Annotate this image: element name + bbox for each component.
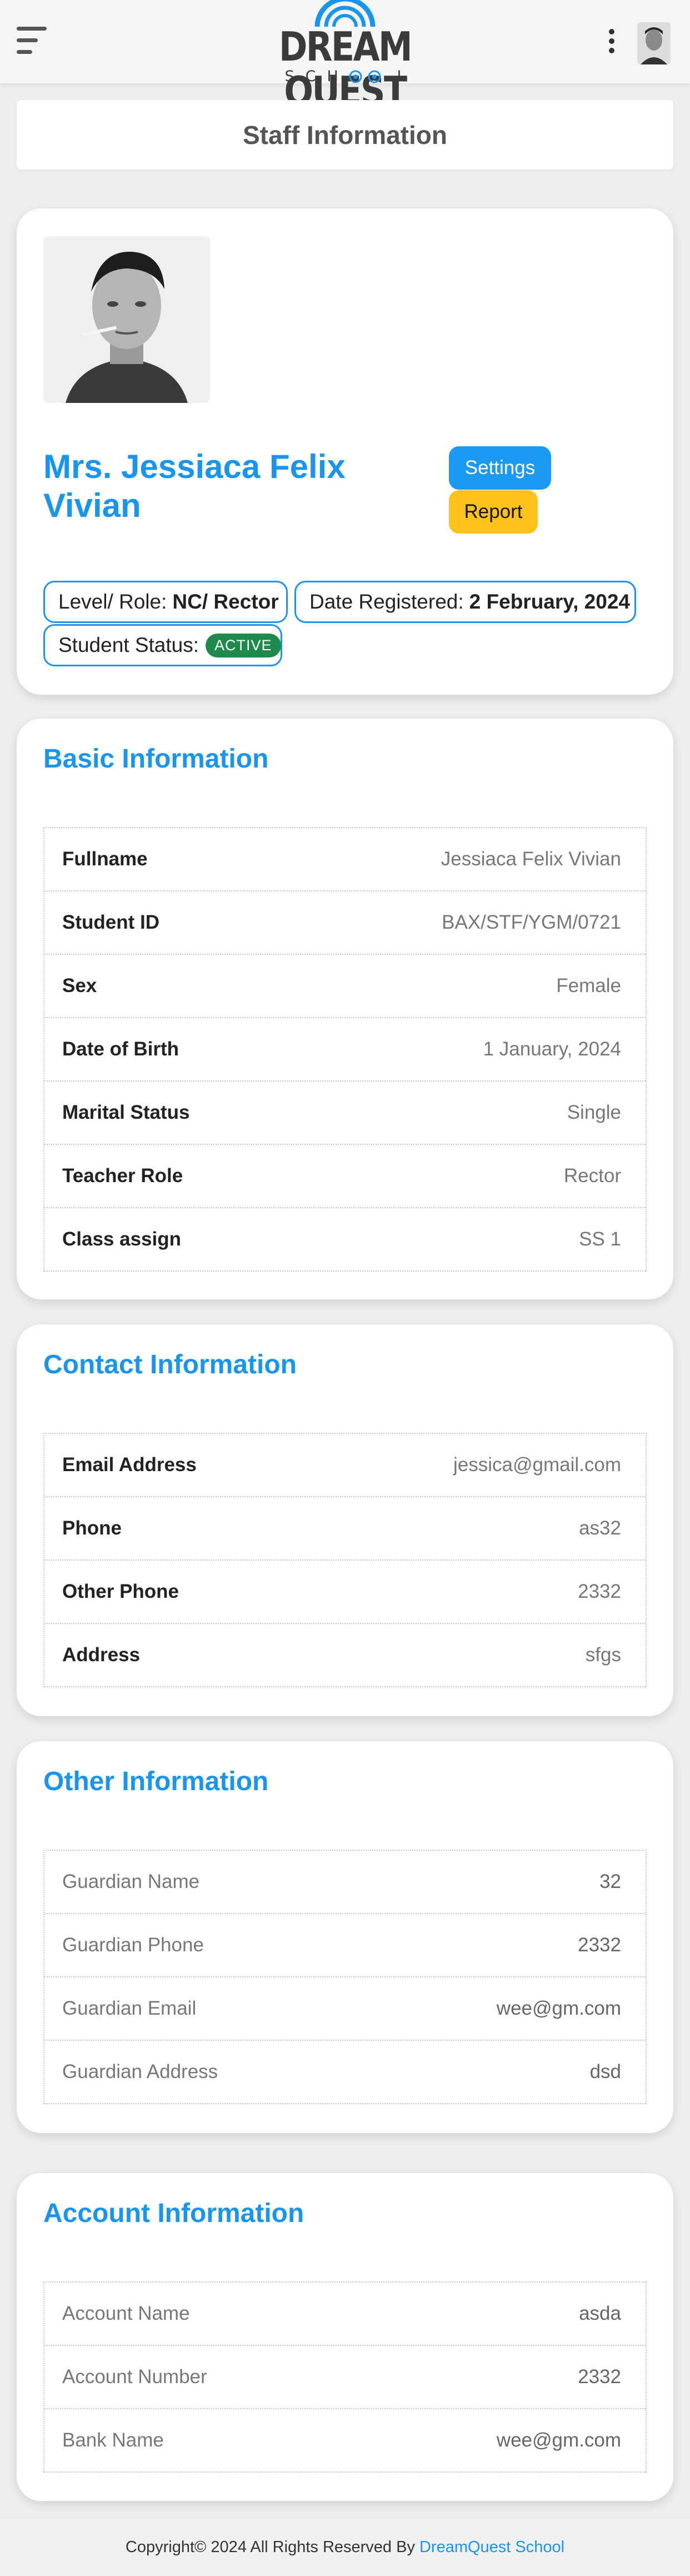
table-row: Guardian Email wee@gm.com [44, 1977, 646, 2041]
row-value: as32 [579, 1517, 621, 1539]
table-row: Guardian Address dsd [44, 2041, 646, 2104]
footer: Copyright© 2024 All Rights Reserved By D… [0, 2518, 690, 2576]
table-row: Date of Birth 1 January, 2024 [44, 1018, 646, 1082]
footer-school-link[interactable]: DreamQuest School [419, 2538, 564, 2557]
copyright-text: Copyright© 2024 All Rights Reserved By [125, 2538, 415, 2556]
contact-information-card: Contact Information Email Address jessica… [17, 1324, 673, 1716]
contact-information-title: Contact Information [43, 1350, 297, 1379]
row-label: Phone [62, 1517, 122, 1539]
status-chip: Student Status: ACTIVE [43, 624, 282, 666]
table-row: Other Phone 2332 [44, 1561, 646, 1624]
table-row: Fullname Jessiaca Felix Vivian [44, 828, 646, 891]
other-information-card: Other Information Guardian Name 32 Guardi… [17, 1741, 673, 2133]
basic-information-title: Basic Information [43, 744, 269, 774]
school-logo[interactable]: DREAM QUEST SCH L [239, 0, 451, 113]
basic-information-card: Basic Information Fullname Jessiaca Felix… [17, 719, 673, 1299]
row-value: 1 January, 2024 [483, 1038, 621, 1060]
profile-card: Mrs. Jessiaca Felix Vivian Settings Repo… [17, 208, 673, 695]
hamburger-icon[interactable] [17, 27, 48, 54]
other-information-title: Other Information [43, 1767, 269, 1796]
row-value: Female [556, 975, 621, 996]
row-label: Account Number [62, 2366, 207, 2388]
row-value: Single [567, 1102, 621, 1123]
row-value: asda [579, 2303, 621, 2324]
logo-eyes-icon [349, 70, 381, 83]
account-information-card: Account Information Account Name asda Acc… [17, 2173, 673, 2501]
row-label: Class assign [62, 1228, 181, 1250]
table-row: Sex Female [44, 955, 646, 1018]
row-label: Other Phone [62, 1581, 179, 1602]
role-value: NC/ Rector [172, 590, 279, 613]
table-row: Teacher Role Rector [44, 1145, 646, 1208]
table-row: Class assign SS 1 [44, 1208, 646, 1272]
row-label: Marital Status [62, 1102, 190, 1123]
date-registered-chip: Date Registered: 2 February, 2024 [294, 581, 636, 623]
row-label: Teacher Role [62, 1165, 183, 1187]
table-row: Guardian Phone 2332 [44, 1914, 646, 1977]
top-app-bar: DREAM QUEST SCH L [0, 0, 690, 113]
basic-information-table: Fullname Jessiaca Felix Vivian Student ID… [43, 827, 647, 1272]
status-badge: ACTIVE [206, 633, 281, 657]
logo-subtitle: SCH L [284, 68, 417, 85]
settings-button[interactable]: Settings [449, 446, 551, 490]
table-row: Guardian Name 32 [44, 1851, 646, 1914]
contact-information-table: Email Address jessica@gmail.com Phone as32… [43, 1433, 647, 1687]
role-chip: Level/ Role: NC/ Rector [43, 581, 288, 623]
row-value: BAX/STF/YGM/0721 [442, 911, 621, 933]
date-registered-label: Date Registered: [309, 590, 464, 613]
row-label: Account Name [62, 2303, 190, 2324]
row-value: jessica@gmail.com [453, 1454, 621, 1476]
row-label: Guardian Email [62, 1997, 197, 2019]
table-row: Address sfgs [44, 1624, 646, 1687]
row-value: 32 [599, 1871, 621, 1892]
status-label: Student Status: [58, 634, 199, 656]
role-label: Level/ Role: [58, 590, 167, 613]
row-label: Sex [62, 975, 97, 996]
row-label: Guardian Name [62, 1871, 200, 1892]
row-value: sfgs [585, 1644, 621, 1666]
logo-arcs-icon [314, 0, 376, 27]
row-value: dsd [589, 2061, 621, 2082]
page-title: Staff Information [17, 100, 673, 170]
date-registered-value: 2 February, 2024 [469, 590, 630, 613]
table-row: Account Name asda [44, 2283, 646, 2346]
table-row: Account Number 2332 [44, 2346, 646, 2409]
row-value: 2332 [578, 1934, 621, 1956]
profile-photo [43, 236, 210, 403]
table-row: Email Address jessica@gmail.com [44, 1434, 646, 1497]
row-value: wee@gm.com [496, 2429, 621, 2451]
row-label: Guardian Address [62, 2061, 218, 2082]
row-value: Rector [563, 1165, 621, 1187]
user-avatar[interactable] [637, 22, 671, 64]
report-button[interactable]: Report [449, 490, 538, 534]
table-row: Phone as32 [44, 1497, 646, 1561]
row-value: wee@gm.com [496, 1997, 621, 2019]
table-row: Bank Name wee@gm.com [44, 2409, 646, 2473]
row-value: 2332 [578, 1581, 621, 1602]
row-label: Email Address [62, 1454, 197, 1476]
row-value: Jessiaca Felix Vivian [441, 848, 621, 870]
row-value: 2332 [578, 2366, 621, 2388]
account-information-title: Account Information [43, 2199, 304, 2228]
account-information-table: Account Name asda Account Number 2332 Bank… [43, 2281, 647, 2473]
profile-name: Mrs. Jessiaca Felix Vivian [43, 448, 346, 524]
row-label: Student ID [62, 911, 159, 933]
row-label: Address [62, 1644, 141, 1666]
row-label: Date of Birth [62, 1038, 179, 1060]
row-label: Bank Name [62, 2429, 164, 2451]
row-value: SS 1 [579, 1228, 621, 1250]
row-label: Guardian Phone [62, 1934, 204, 1956]
kebab-menu-icon[interactable] [608, 29, 616, 54]
table-row: Marital Status Single [44, 1082, 646, 1145]
row-label: Fullname [62, 848, 148, 870]
table-row: Student ID BAX/STF/YGM/0721 [44, 891, 646, 955]
other-information-table: Guardian Name 32 Guardian Phone 2332 Guard… [43, 1850, 647, 2104]
